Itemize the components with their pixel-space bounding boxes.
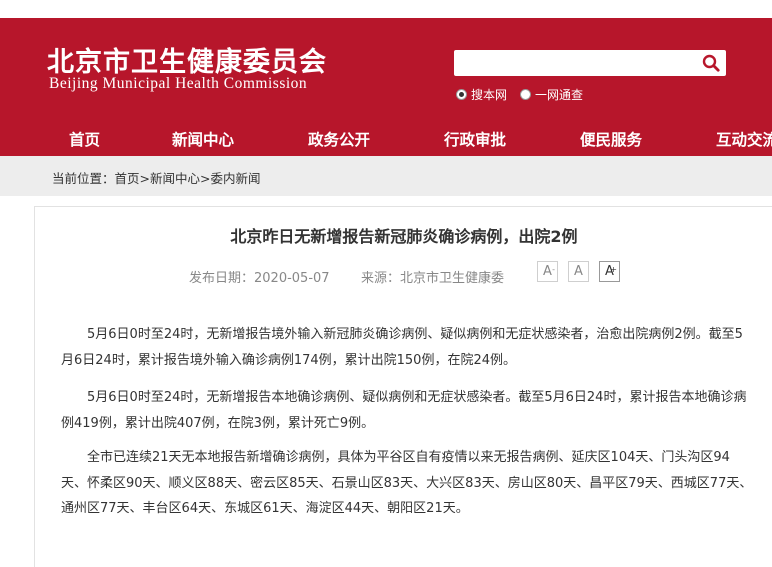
font-default-label: A <box>574 264 583 279</box>
breadcrumb-home[interactable]: 首页 <box>115 171 140 186</box>
font-increase-sign: + <box>610 265 617 274</box>
site-logo-chinese[interactable]: 北京市卫生健康委员会 <box>47 40 327 79</box>
breadcrumb-bar: 当前位置：首页>新闻中心>委内新闻 <box>0 156 772 196</box>
font-decrease-label: A <box>543 264 552 279</box>
scope-option-all[interactable]: 一网通查 <box>520 85 583 103</box>
nav-item-government-affairs[interactable]: 政务公开 <box>308 128 370 150</box>
top-strip <box>0 0 772 18</box>
nav-item-home[interactable]: 首页 <box>69 128 100 150</box>
breadcrumb: 当前位置：首页>新闻中心>委内新闻 <box>52 168 261 187</box>
nav-item-news[interactable]: 新闻中心 <box>172 128 234 150</box>
radio-checked-icon[interactable] <box>456 88 467 100</box>
nav-item-administrative-approval[interactable]: 行政审批 <box>444 128 506 150</box>
article-paragraph: 5月6日0时至24时，无新增报告本地确诊病例、疑似病例和无症状感染者。截至5月6… <box>61 390 747 431</box>
breadcrumb-internal-news[interactable]: 委内新闻 <box>211 171 261 186</box>
breadcrumb-news[interactable]: 新闻中心 <box>150 171 200 186</box>
article-container: 北京昨日无新增报告新冠肺炎确诊病例，出院2例 发布日期：2020-05-07 来… <box>34 206 772 567</box>
article-source: 来源：北京市卫生健康委 <box>361 271 505 286</box>
font-decrease-sign: - <box>552 265 555 274</box>
search-box <box>454 50 726 76</box>
article-paragraph: 全市已连续21天无本地报告新增确诊病例，具体为平谷区自有疫情以来无报告病例、延庆… <box>61 450 753 516</box>
site-header: 北京市卫生健康委员会 Beijing Municipal Health Comm… <box>0 18 772 156</box>
scope-option-label: 搜本网 <box>471 87 508 102</box>
breadcrumb-prefix: 当前位置： <box>52 171 115 186</box>
nav-item-interaction[interactable]: 互动交流 <box>716 128 772 150</box>
article-date: 发布日期：2020-05-07 <box>189 271 330 286</box>
radio-unchecked-icon[interactable] <box>520 88 531 100</box>
font-decrease-button[interactable]: A- <box>537 261 558 282</box>
article-paragraph: 5月6日0时至24时，无新增报告境外输入新冠肺炎确诊病例、疑似病例和无症状感染者… <box>61 327 743 368</box>
font-size-controls: A- A A + <box>537 261 630 282</box>
font-default-button[interactable]: A <box>568 261 589 282</box>
site-logo-english[interactable]: Beijing Municipal Health Commission <box>49 75 307 93</box>
breadcrumb-separator: > <box>200 171 211 186</box>
article-title: 北京昨日无新增报告新冠肺炎确诊病例，出院2例 <box>230 227 578 246</box>
search-button[interactable] <box>696 50 726 76</box>
breadcrumb-separator: > <box>139 171 151 186</box>
main-nav: 首页 新闻中心 政务公开 行政审批 便民服务 互动交流 <box>0 122 772 156</box>
search-input[interactable] <box>454 50 692 76</box>
scope-option-label: 一网通查 <box>535 87 584 102</box>
nav-item-public-services[interactable]: 便民服务 <box>580 128 642 150</box>
font-increase-button[interactable]: A + <box>599 261 620 282</box>
search-icon <box>702 54 720 72</box>
scope-option-site[interactable]: 搜本网 <box>456 85 507 103</box>
